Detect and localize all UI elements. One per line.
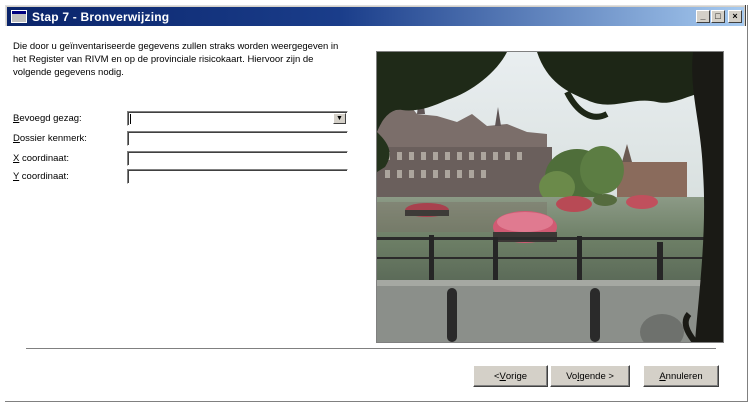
text-caret xyxy=(130,113,131,124)
maximize-icon[interactable]: □ xyxy=(711,10,725,23)
y-coordinaat-input[interactable] xyxy=(127,168,348,184)
close-icon[interactable]: × xyxy=(728,10,742,23)
chevron-down-icon[interactable]: ▼ xyxy=(333,112,346,124)
label-rest: coordinaat: xyxy=(19,170,69,182)
label-y-coordinaat: Y coordinaat: xyxy=(13,171,127,182)
label-dossier-kenmerk: Dossier kenmerk: xyxy=(13,133,127,144)
next-rest: gende > xyxy=(579,370,614,382)
row-x-coordinaat: X coordinaat: xyxy=(13,150,348,166)
label-x-coordinaat: X coordinaat: xyxy=(13,153,127,164)
cancel-button[interactable]: Annuleren xyxy=(643,365,719,387)
title-bar[interactable]: Stap 7 - Bronverwijzing _ □ × xyxy=(7,7,744,26)
cancel-rest: nnuleren xyxy=(665,370,703,382)
wizard-window: Stap 7 - Bronverwijzing _ □ × Die door u… xyxy=(4,4,747,401)
bevoegd-gezag-select[interactable]: ▼ xyxy=(127,110,348,126)
title-bar-buttons: _ □ × xyxy=(696,10,742,23)
next-prefix: Vo xyxy=(566,370,578,382)
hofvijver-photo xyxy=(377,52,723,342)
footer-separator xyxy=(26,348,716,350)
window-app-icon[interactable] xyxy=(11,10,27,23)
label-rest: evoegd gezag: xyxy=(19,112,82,124)
label-accel: D xyxy=(13,132,20,144)
label-rest: coordinaat: xyxy=(19,152,69,164)
x-coordinaat-input[interactable] xyxy=(127,150,348,166)
prev-rest: orige xyxy=(505,370,528,382)
intro-text: Die door u geïnventariseerde gegevens zu… xyxy=(13,41,339,78)
label-bevoegd-gezag: Bevoegd gezag: xyxy=(13,113,127,124)
previous-button[interactable]: < Vorige xyxy=(473,365,548,387)
dossier-kenmerk-input[interactable] xyxy=(127,130,348,146)
row-y-coordinaat: Y coordinaat: xyxy=(13,168,348,184)
next-button[interactable]: Vo l gende > xyxy=(550,365,630,387)
wizard-content: Die door u geïnventariseerde gegevens zu… xyxy=(5,26,746,400)
label-rest: ossier kenmerk: xyxy=(19,132,87,144)
wizard-photo xyxy=(376,51,724,343)
window-title: Stap 7 - Bronverwijzing xyxy=(32,9,170,24)
row-dossier-kenmerk: Dossier kenmerk: xyxy=(13,130,348,146)
row-bevoegd-gezag: Bevoegd gezag: ▼ xyxy=(13,110,348,126)
minimize-icon[interactable]: _ xyxy=(696,10,710,23)
